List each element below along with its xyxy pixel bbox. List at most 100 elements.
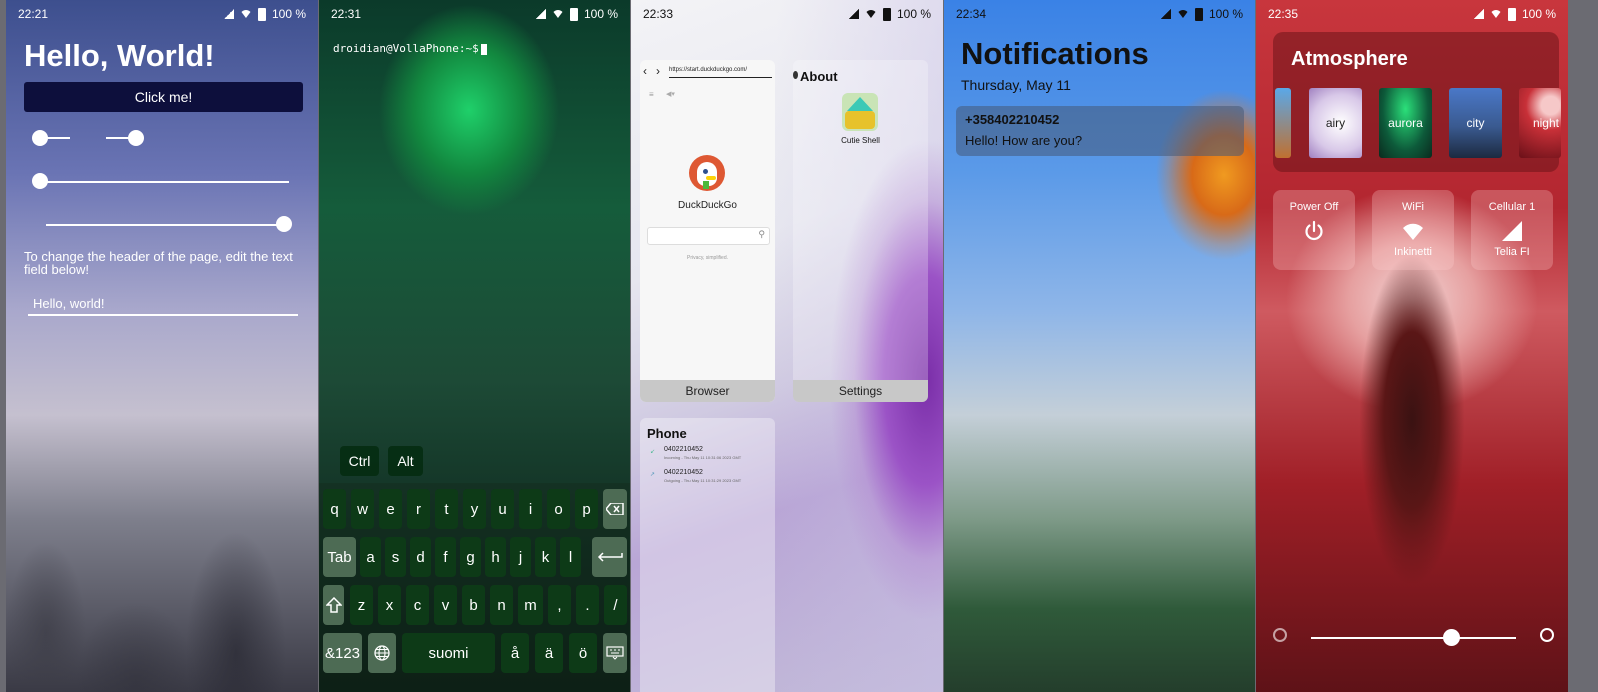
key-r[interactable]: r xyxy=(407,489,430,529)
signal-icon xyxy=(535,9,546,19)
status-bar: 22:34 100 % xyxy=(944,0,1255,28)
key-e[interactable]: e xyxy=(379,489,402,529)
key-b[interactable]: b xyxy=(462,585,485,625)
brightness-low-icon xyxy=(1273,628,1287,642)
key-v[interactable]: v xyxy=(434,585,457,625)
key-k[interactable]: k xyxy=(535,537,556,577)
key-slash[interactable]: / xyxy=(604,585,627,625)
ddg-tagline: Privacy, simplified. xyxy=(686,255,729,261)
key-a[interactable]: a xyxy=(360,537,381,577)
signal-icon xyxy=(1473,9,1484,19)
tab-key[interactable]: Tab xyxy=(323,537,356,577)
ddg-search-input[interactable]: ⚲ xyxy=(647,227,770,245)
browser-card[interactable]: ‹ › https://start.duckduckgo.com/ ≡ ◀▾ D… xyxy=(640,60,775,402)
key-z[interactable]: z xyxy=(350,585,373,625)
symbols-key[interactable]: &123 xyxy=(323,633,362,673)
key-period[interactable]: . xyxy=(576,585,599,625)
battery-level: 100 % xyxy=(583,7,618,21)
cellular-tile[interactable]: Cellular 1 Telia FI xyxy=(1471,190,1553,270)
key-h[interactable]: h xyxy=(485,537,506,577)
brightness-slider-knob[interactable] xyxy=(1443,629,1460,646)
battery-level: 100 % xyxy=(896,7,931,21)
key-x[interactable]: x xyxy=(378,585,401,625)
tile-title: Cellular 1 xyxy=(1488,201,1536,213)
settings-card[interactable]: About Cutie Shell Settings xyxy=(793,60,928,402)
search-icon: ⚲ xyxy=(758,229,765,239)
shift-key[interactable] xyxy=(323,585,344,625)
theme-thumb-aurora[interactable]: aurora xyxy=(1379,88,1432,158)
status-time: 22:34 xyxy=(956,7,987,21)
key-u[interactable]: u xyxy=(491,489,514,529)
carrier-name: Telia FI xyxy=(1494,246,1530,258)
key-comma[interactable]: , xyxy=(548,585,571,625)
key-q[interactable]: q xyxy=(323,489,346,529)
key-c[interactable]: c xyxy=(406,585,429,625)
wifi-icon xyxy=(1403,223,1423,240)
theme-thumb-night[interactable]: night xyxy=(1519,88,1561,158)
power-icon xyxy=(1305,220,1323,241)
key-t[interactable]: t xyxy=(435,489,458,529)
key-g[interactable]: g xyxy=(460,537,481,577)
alt-key[interactable]: Alt xyxy=(388,446,423,476)
forward-icon: › xyxy=(656,64,660,78)
key-o-umlaut[interactable]: ö xyxy=(569,633,597,673)
atmosphere-panel: Atmosphere airy aurora city night xyxy=(1273,32,1561,172)
status-time: 22:31 xyxy=(331,7,362,21)
key-i[interactable]: i xyxy=(519,489,542,529)
key-n[interactable]: n xyxy=(490,585,513,625)
app-switcher-screen: 22:33 100 % ‹ › https://start.duckduckgo… xyxy=(631,0,943,692)
key-o[interactable]: o xyxy=(547,489,570,529)
cutie-shell-icon xyxy=(842,93,878,131)
enter-icon xyxy=(597,552,623,562)
language-key[interactable] xyxy=(368,633,396,673)
theme-thumb-balloon[interactable] xyxy=(1275,88,1291,158)
backspace-key[interactable] xyxy=(603,489,627,529)
key-y[interactable]: y xyxy=(463,489,486,529)
wifi-network-name: Inkinetti xyxy=(1394,246,1432,258)
status-time: 22:33 xyxy=(643,7,674,21)
key-a-umlaut[interactable]: ä xyxy=(535,633,563,673)
key-a-ring[interactable]: å xyxy=(501,633,529,673)
key-p[interactable]: p xyxy=(575,489,598,529)
tile-title: Power Off xyxy=(1289,201,1339,213)
key-s[interactable]: s xyxy=(385,537,406,577)
tile-title: WiFi xyxy=(1402,201,1424,213)
wifi-tile[interactable]: WiFi Inkinetti xyxy=(1372,190,1454,270)
wifi-icon xyxy=(864,10,877,18)
battery-icon xyxy=(1507,7,1516,21)
enter-key[interactable] xyxy=(592,537,627,577)
header-text-field[interactable] xyxy=(28,292,298,316)
city-background xyxy=(6,452,318,692)
key-d[interactable]: d xyxy=(410,537,431,577)
keyboard-hide-icon xyxy=(606,646,624,660)
theme-thumb-airy[interactable]: airy xyxy=(1309,88,1362,158)
key-j[interactable]: j xyxy=(510,537,531,577)
phone-card[interactable]: Phone ↙ 0402210452 Incoming - Thu May 11… xyxy=(640,418,775,692)
key-m[interactable]: m xyxy=(518,585,543,625)
power-off-tile[interactable]: Power Off xyxy=(1273,190,1355,270)
settings-header: About xyxy=(800,69,838,84)
status-bar: 22:33 100 % xyxy=(631,0,943,28)
notification-card[interactable]: +358402210452 Hello! How are you? xyxy=(956,106,1244,156)
space-key[interactable]: suomi xyxy=(402,633,495,673)
ctrl-key[interactable]: Ctrl xyxy=(340,446,379,476)
ddg-brand: DuckDuckGo xyxy=(678,200,737,211)
theme-thumb-city[interactable]: city xyxy=(1449,88,1502,158)
hide-keyboard-key[interactable] xyxy=(603,633,627,673)
globe-icon xyxy=(374,645,390,661)
terminal-prompt[interactable]: droidian@VollaPhone:~$ xyxy=(333,42,487,55)
atmosphere-title: Atmosphere xyxy=(1291,48,1408,70)
click-me-button[interactable]: Click me! xyxy=(24,82,303,112)
browser-card-label: Browser xyxy=(640,380,775,402)
signal-icon xyxy=(223,9,234,19)
battery-level: 100 % xyxy=(1521,7,1556,21)
key-w[interactable]: w xyxy=(351,489,374,529)
key-f[interactable]: f xyxy=(435,537,456,577)
wifi-icon xyxy=(551,10,564,18)
outgoing-call-icon: ↗ xyxy=(650,472,656,478)
battery-icon xyxy=(569,7,578,21)
prompt-text: droidian@VollaPhone:~$ xyxy=(333,42,479,55)
key-l[interactable]: l xyxy=(560,537,581,577)
speaker-icon: ◀▾ xyxy=(666,91,675,98)
notifications-screen: 22:34 100 % Notifications Thursday, May … xyxy=(944,0,1255,692)
